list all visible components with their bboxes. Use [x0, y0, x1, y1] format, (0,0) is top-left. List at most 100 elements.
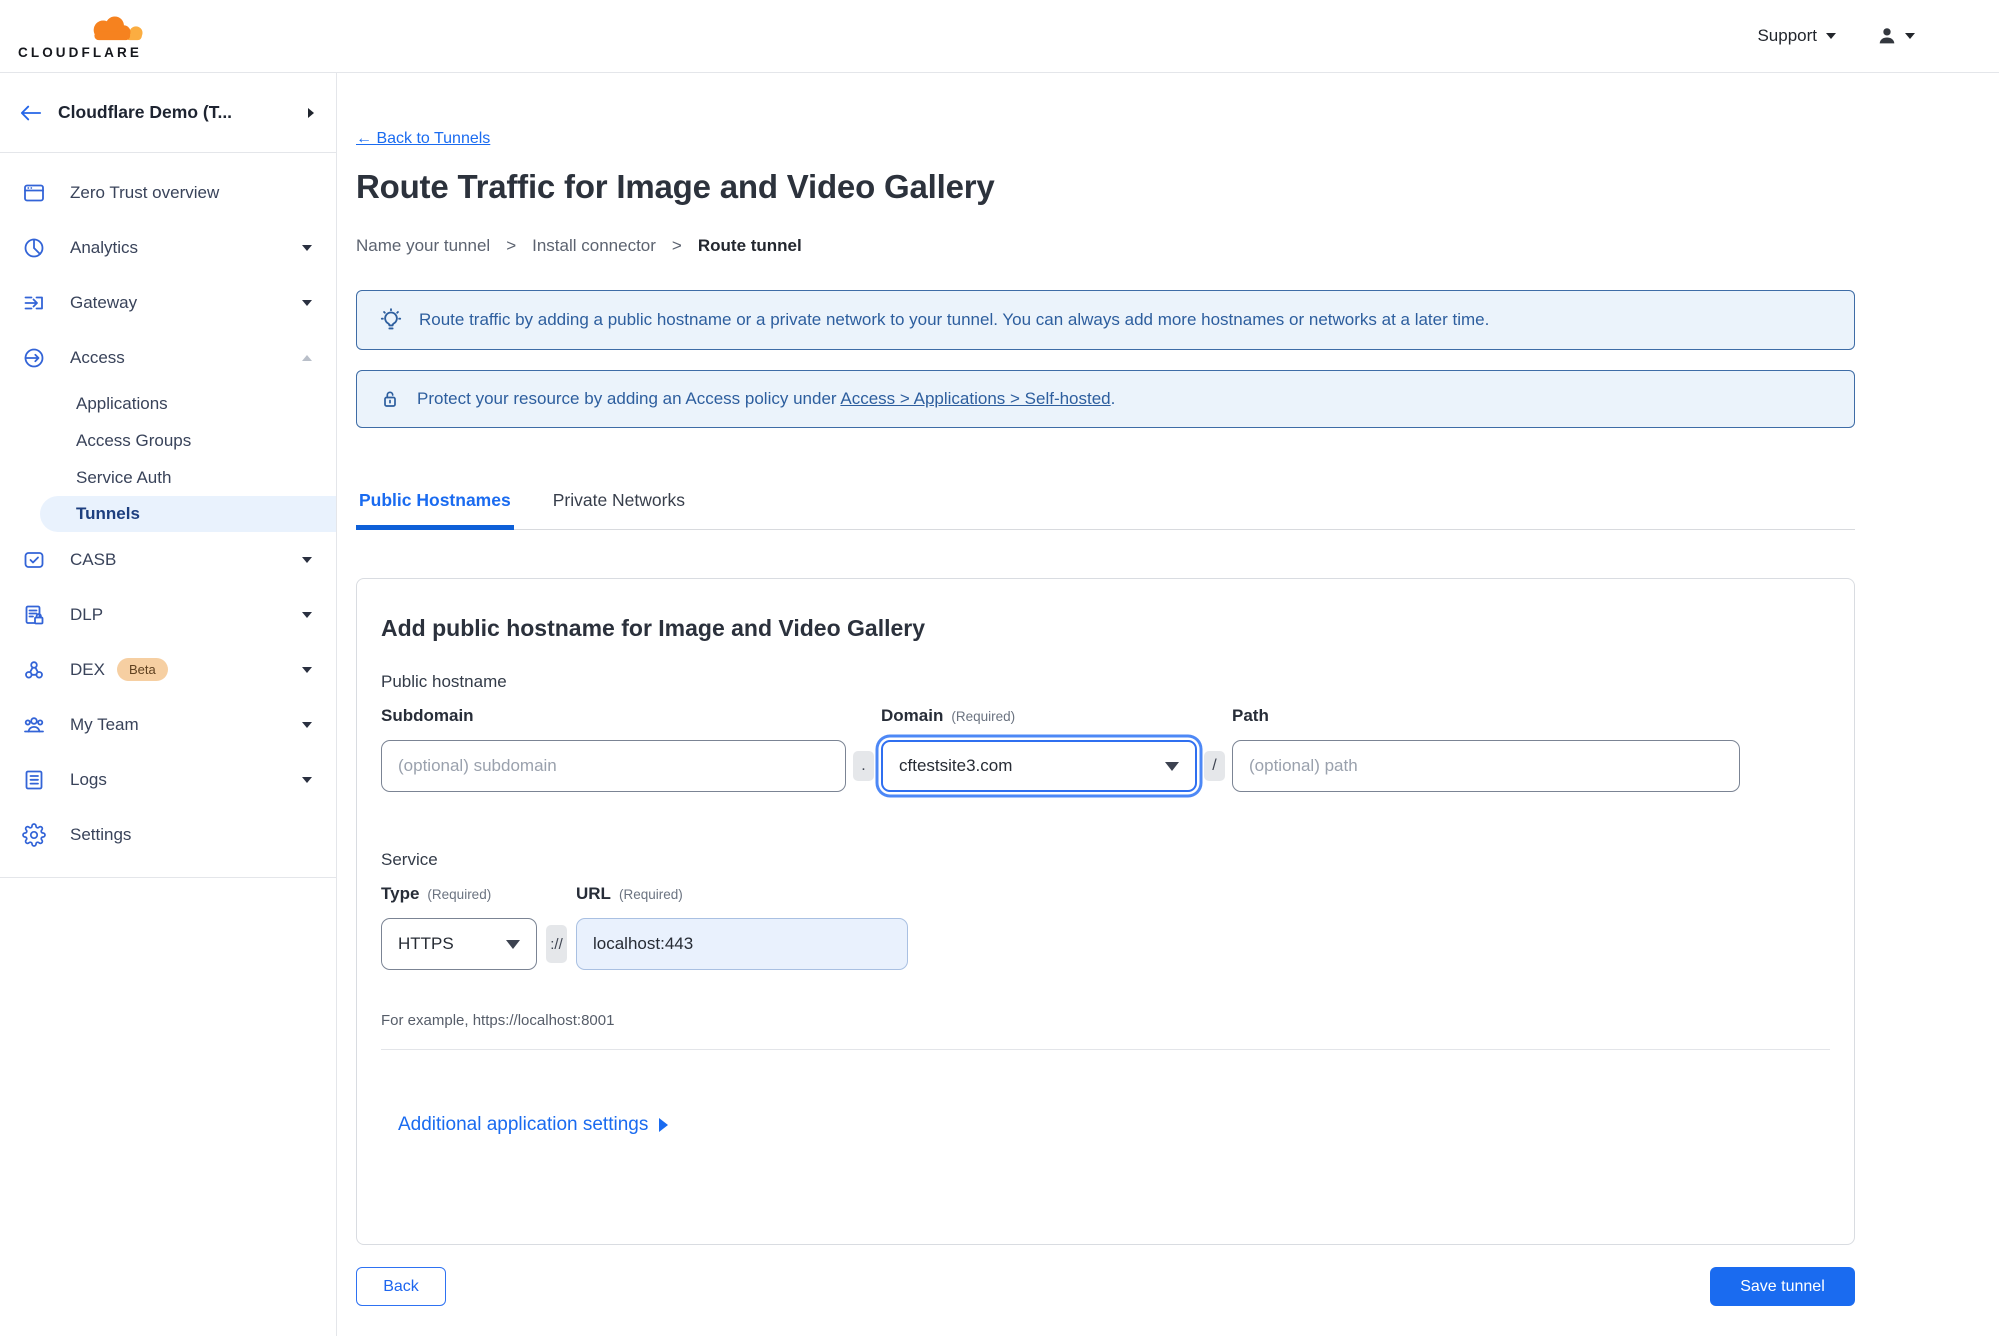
chevron-down-icon — [302, 244, 312, 251]
add-public-hostname-card: Add public hostname for Image and Video … — [356, 578, 1855, 1245]
domain-select[interactable]: cftestsite3.com — [881, 740, 1197, 792]
sidebar-item-gateway[interactable]: Gateway — [0, 275, 336, 330]
breadcrumb-step-name-your-tunnel[interactable]: Name your tunnel — [356, 236, 490, 256]
team-switcher[interactable]: Cloudflare Demo (T... — [0, 73, 336, 153]
lock-icon — [384, 391, 396, 407]
chevron-down-icon — [302, 556, 312, 563]
sidebar-item-label: DEX — [70, 659, 105, 679]
path-label: Path — [1232, 706, 1269, 725]
subdomain-label: Subdomain — [381, 706, 474, 725]
sidebar-item-access[interactable]: Access — [0, 330, 336, 385]
breadcrumb: Name your tunnel > Install connector > R… — [356, 236, 1855, 256]
card-divider — [381, 1049, 1830, 1050]
service-label: Service — [381, 850, 438, 869]
chevron-down-icon — [506, 939, 520, 949]
service-form-row: Type (Required) HTTPS :// URL (Required) — [381, 884, 1830, 970]
back-to-tunnels-link[interactable]: ← Back to Tunnels — [356, 130, 490, 148]
scheme-separator: :// — [546, 925, 567, 963]
access-policy-banner: Protect your resource by adding an Acces… — [356, 370, 1855, 428]
required-hint: (Required) — [618, 887, 683, 902]
slash-separator: / — [1204, 751, 1225, 781]
back-button[interactable]: Back — [356, 1267, 446, 1306]
type-label: Type (Required) — [381, 884, 492, 903]
sidebar-item-tunnels[interactable]: Tunnels — [40, 496, 336, 532]
sidebar-item-settings[interactable]: Settings — [0, 807, 336, 862]
gear-icon — [22, 822, 46, 847]
chevron-down-icon — [302, 666, 312, 673]
chevron-down-icon — [1905, 33, 1915, 39]
chevron-down-icon — [302, 776, 312, 783]
breadcrumb-separator: > — [506, 236, 517, 255]
tab-private-networks[interactable]: Private Networks — [550, 490, 688, 530]
domain-selected-value: cftestsite3.com — [899, 756, 1013, 775]
sidebar-item-zero-trust-overview[interactable]: Zero Trust overview — [0, 165, 336, 220]
sidebar-item-label: Settings — [70, 824, 132, 844]
sidebar-item-applications[interactable]: Applications — [40, 385, 336, 422]
support-menu[interactable]: Support — [1757, 26, 1836, 46]
subdomain-input[interactable] — [381, 740, 846, 792]
wizard-footer: Back Save tunnel — [356, 1267, 1855, 1306]
sub-item-label: Access Groups — [76, 430, 192, 450]
sidebar-item-casb[interactable]: CASB — [0, 532, 336, 587]
beta-badge: Beta — [116, 658, 168, 681]
url-input[interactable] — [576, 918, 908, 970]
sidebar-item-my-team[interactable]: My Team — [0, 697, 336, 752]
breadcrumb-step-route-tunnel: Route tunnel — [697, 236, 802, 255]
chevron-down-icon — [302, 721, 312, 728]
back-arrow-icon[interactable] — [20, 104, 42, 122]
tab-public-hostnames[interactable]: Public Hostnames — [356, 490, 514, 530]
casb-icon — [24, 551, 44, 568]
pie-chart-icon — [24, 238, 44, 257]
access-icon — [24, 348, 44, 367]
sub-item-label: Applications — [76, 393, 168, 413]
left-arrow-icon: ← — [356, 130, 372, 147]
sidebar-item-label: Zero Trust overview — [70, 182, 220, 202]
sidebar-item-dex[interactable]: DEX Beta — [0, 642, 336, 697]
sidebar-item-service-auth[interactable]: Service Auth — [40, 459, 336, 496]
sidebar-item-label: Access — [70, 347, 125, 367]
chevron-up-icon — [302, 354, 312, 361]
domain-label: Domain (Required) — [881, 706, 1016, 725]
sidebar: Cloudflare Demo (T... Zero Trust overvie… — [0, 73, 337, 1336]
additional-settings-toggle[interactable]: Additional application settings — [398, 1114, 669, 1136]
lightbulb-icon — [380, 308, 402, 330]
chevron-right-icon — [308, 107, 314, 118]
service-type-select[interactable]: HTTPS — [381, 918, 537, 970]
hostname-form-row: Subdomain . Domain(Required) cftestsite3… — [381, 706, 1830, 792]
chevron-down-icon — [1826, 33, 1836, 39]
url-example-hint: For example, https://localhost:8001 — [381, 1012, 615, 1029]
user-icon — [1879, 28, 1895, 44]
sub-item-label: Tunnels — [76, 504, 140, 523]
save-tunnel-button[interactable]: Save tunnel — [1710, 1267, 1855, 1306]
chevron-down-icon — [1165, 761, 1179, 771]
path-input[interactable] — [1232, 740, 1740, 792]
top-header: CLOUDFLARE Support — [0, 0, 1999, 73]
sub-item-label: Service Auth — [76, 467, 172, 487]
cloudflare-cloud-icon — [93, 15, 143, 40]
info-banner: Route traffic by adding a public hostnam… — [356, 290, 1855, 350]
sidebar-item-label: CASB — [70, 549, 117, 569]
url-label: URL (Required) — [576, 884, 683, 903]
sidebar-item-label: My Team — [70, 714, 139, 734]
chevron-down-icon — [302, 611, 312, 618]
logs-icon — [25, 770, 43, 789]
sidebar-item-access-groups[interactable]: Access Groups — [40, 422, 336, 459]
gateway-icon — [24, 296, 43, 309]
window-icon — [24, 184, 44, 201]
cloudflare-logo[interactable]: CLOUDFLARE — [18, 13, 168, 60]
sidebar-item-dlp[interactable]: DLP — [0, 587, 336, 642]
sidebar-item-label: DLP — [70, 604, 104, 624]
access-applications-link[interactable]: Access > Applications > Self-hosted — [840, 389, 1110, 408]
breadcrumb-step-install-connector[interactable]: Install connector — [532, 236, 656, 256]
type-selected-value: HTTPS — [398, 934, 454, 953]
chevron-right-icon — [659, 1118, 669, 1132]
tab-bar: Public Hostnames Private Networks — [356, 490, 1855, 530]
sidebar-item-logs[interactable]: Logs — [0, 752, 336, 807]
chevron-down-icon — [302, 299, 312, 306]
required-hint: (Required) — [951, 709, 1016, 724]
breadcrumb-separator: > — [671, 236, 682, 255]
user-menu[interactable] — [1876, 25, 1915, 47]
sidebar-item-analytics[interactable]: Analytics — [0, 220, 336, 275]
required-hint: (Required) — [427, 887, 492, 902]
info-banner-text: Route traffic by adding a public hostnam… — [419, 310, 1490, 329]
